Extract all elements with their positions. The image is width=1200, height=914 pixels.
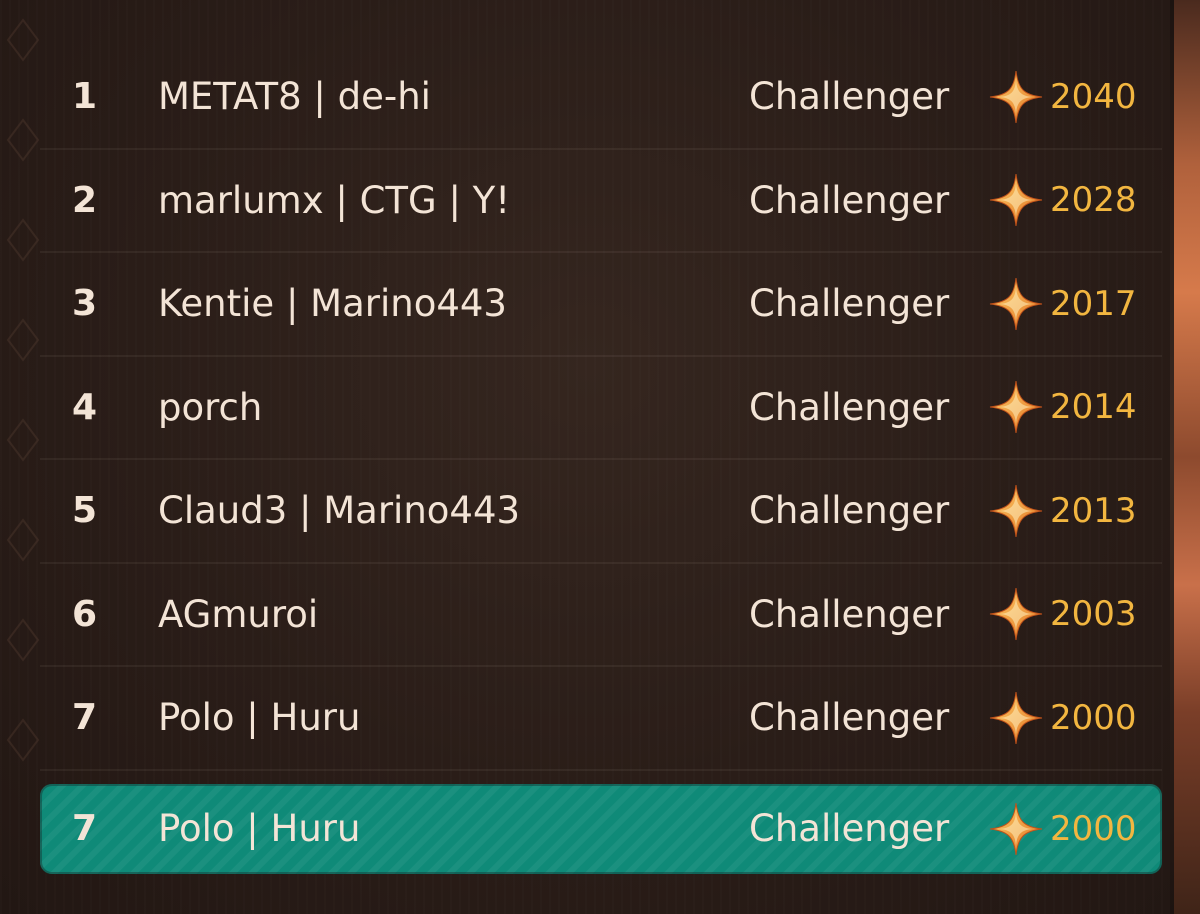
player-tier: Challenger bbox=[749, 75, 950, 119]
leaderboard-row[interactable]: 4 porch Challenger 2014 bbox=[40, 357, 1162, 460]
leaderboard-row[interactable]: 1 METAT8 | de-hi Challenger 2040 bbox=[40, 46, 1162, 150]
rank-number: 5 bbox=[72, 490, 98, 532]
player-points: 2040 bbox=[1050, 76, 1137, 117]
side-artwork bbox=[1174, 0, 1200, 914]
four-point-star-icon bbox=[989, 70, 1043, 123]
player-name: Polo | Huru bbox=[158, 696, 361, 740]
four-point-star-icon bbox=[989, 277, 1043, 330]
current-player-row[interactable]: 7 Polo | Huru Challenger 2000 bbox=[40, 783, 1162, 874]
leaderboard-list: 1 METAT8 | de-hi Challenger 2040 2 marlu… bbox=[40, 46, 1162, 874]
player-tier: Challenger bbox=[749, 178, 950, 222]
player-tier: Challenger bbox=[749, 807, 950, 850]
rank-number: 2 bbox=[72, 179, 98, 221]
player-points: 2017 bbox=[1050, 283, 1137, 324]
player-name: Kentie | Marino443 bbox=[158, 282, 507, 326]
four-point-star-icon bbox=[989, 484, 1043, 537]
player-points: 2013 bbox=[1050, 490, 1137, 531]
four-point-star-icon bbox=[989, 174, 1043, 227]
rank-number: 7 bbox=[72, 808, 98, 849]
player-points: 2014 bbox=[1050, 387, 1137, 428]
player-name: porch bbox=[158, 385, 263, 429]
rank-number: 3 bbox=[72, 283, 98, 325]
player-name: METAT8 | de-hi bbox=[158, 75, 431, 119]
player-tier: Challenger bbox=[749, 489, 950, 533]
leaderboard-row[interactable]: 3 Kentie | Marino443 Challenger 2017 bbox=[40, 253, 1162, 357]
player-points: 2000 bbox=[1050, 808, 1137, 849]
player-name: Polo | Huru bbox=[158, 807, 361, 850]
player-points: 2003 bbox=[1050, 594, 1137, 635]
rank-number: 7 bbox=[72, 697, 98, 739]
player-name: AGmuroi bbox=[158, 592, 319, 636]
player-name: marlumx | CTG | Y! bbox=[158, 178, 511, 222]
four-point-star-icon bbox=[989, 802, 1043, 855]
player-points: 2028 bbox=[1050, 180, 1137, 221]
leaderboard-row[interactable]: 5 Claud3 | Marino443 Challenger 2013 bbox=[40, 460, 1162, 564]
player-tier: Challenger bbox=[749, 592, 950, 636]
four-point-star-icon bbox=[989, 588, 1043, 641]
player-points: 2000 bbox=[1050, 697, 1137, 738]
leaderboard-row[interactable]: 6 AGmuroi Challenger 2003 bbox=[40, 564, 1162, 667]
four-point-star-icon bbox=[989, 691, 1043, 744]
rank-number: 4 bbox=[72, 386, 98, 428]
player-tier: Challenger bbox=[749, 696, 950, 740]
leaderboard-row[interactable]: 2 marlumx | CTG | Y! Challenger 2028 bbox=[40, 150, 1162, 253]
leaderboard-row[interactable]: 7 Polo | Huru Challenger 2000 bbox=[40, 667, 1162, 771]
player-name: Claud3 | Marino443 bbox=[158, 489, 521, 533]
rank-number: 6 bbox=[72, 593, 98, 635]
four-point-star-icon bbox=[989, 381, 1043, 434]
player-tier: Challenger bbox=[749, 282, 950, 326]
player-tier: Challenger bbox=[749, 385, 950, 429]
rank-number: 1 bbox=[72, 76, 98, 118]
